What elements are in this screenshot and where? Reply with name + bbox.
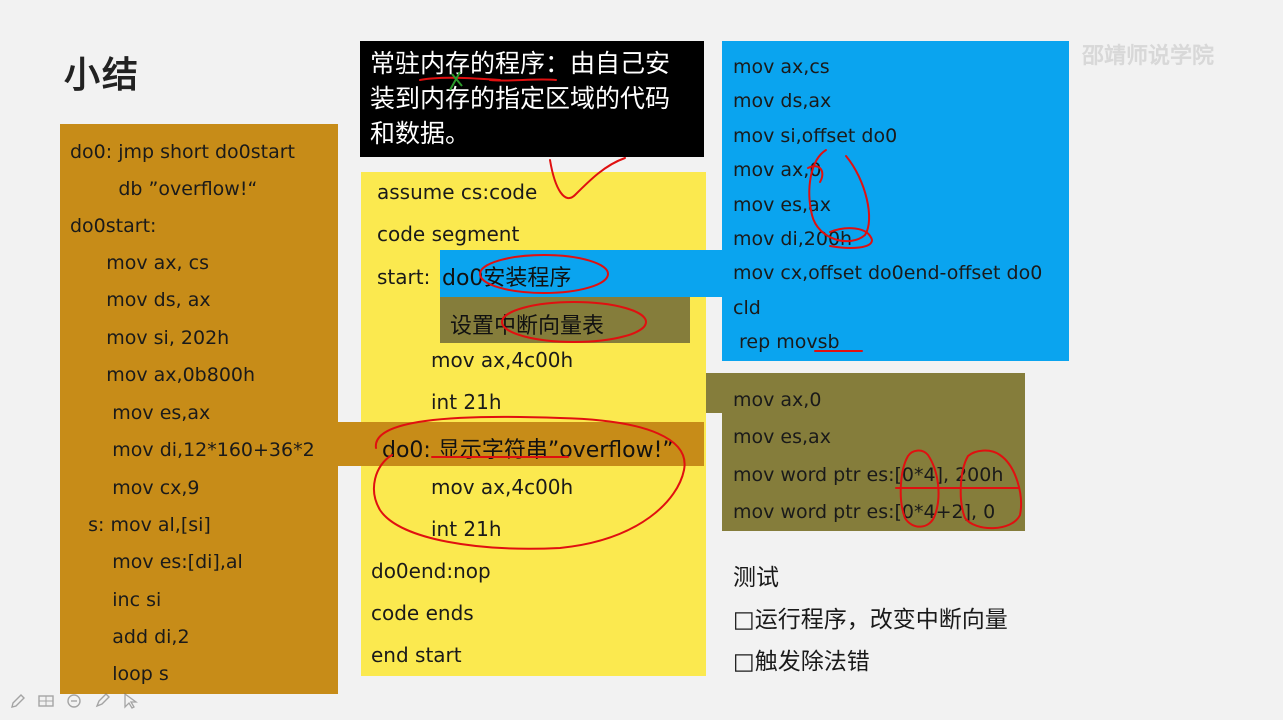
code-line: mov word ptr es:[0*4], 200h [733, 464, 1004, 486]
code-line: inc si [70, 589, 162, 611]
pen-icon[interactable] [8, 691, 28, 711]
code-line: int 21h [431, 390, 502, 414]
watermark-logo: 邵靖师说学院 [1082, 44, 1215, 69]
code-line: code segment [377, 222, 520, 246]
code-line: mov es,ax [733, 426, 831, 448]
code-line: cld [733, 297, 761, 319]
pencil-icon[interactable] [92, 691, 112, 711]
code-line: mov ax,cs [733, 56, 830, 78]
code-line: mov ds,ax [733, 90, 832, 112]
test-heading: 测试 [733, 565, 779, 591]
install-code-box: mov ax,cs mov ds,ax mov si,offset do0 mo… [722, 41, 1069, 361]
presenter-toolbar [8, 688, 140, 714]
definition-line: 装到内存的指定区域的代码 [370, 84, 671, 113]
code-line: mov es,ax [733, 194, 831, 216]
pointer-icon[interactable] [120, 691, 140, 711]
eraser-icon[interactable] [64, 691, 84, 711]
test-item: □触发除法错 [733, 649, 870, 675]
code-line: assume cs:code [377, 180, 538, 204]
code-line: do0: jmp short do0start [70, 141, 295, 163]
code-line: end start [371, 643, 462, 667]
slide-grid-icon[interactable] [36, 691, 56, 711]
code-line: mov ax,0 [733, 389, 822, 411]
code-line: mov es:[di],al [70, 551, 243, 573]
code-line: mov si, 202h [70, 327, 230, 349]
code-line: mov ax,0b800h [70, 364, 256, 386]
code-line: s: mov al,[si] [70, 514, 211, 536]
code-line: mov di,200h [733, 228, 853, 250]
code-line: int 21h [431, 517, 502, 541]
test-notes: 测试 □运行程序，改变中断向量 □触发除法错 [733, 558, 1063, 678]
code-line: rep movsb [733, 331, 840, 353]
definition-box: 常驻内存的程序：由自己安 装到内存的指定区域的代码 和数据。 [360, 41, 704, 157]
code-line: mov si,offset do0 [733, 125, 898, 147]
code-line: mov word ptr es:[0*4+2], 0 [733, 501, 996, 523]
definition-line: 和数据。 [370, 119, 471, 148]
code-line: mov ds, ax [70, 289, 211, 311]
vector-label: 设置中断向量表 [450, 314, 605, 339]
vector-code-box: mov ax,0 mov es,ax mov word ptr es:[0*4]… [722, 373, 1025, 531]
code-line: mov ax,4c00h [431, 348, 574, 372]
code-line: mov es,ax [70, 402, 211, 424]
code-line: mov ax, cs [70, 252, 209, 274]
code-line: do0start: [70, 215, 157, 237]
code-line: mov cx,9 [70, 477, 200, 499]
display-label: do0: 显示字符串”overflow!” [382, 438, 674, 463]
code-line: db ”overflow!“ [70, 178, 258, 200]
code-line: add di,2 [70, 626, 190, 648]
code-line: do0end:nop [371, 559, 491, 583]
code-line: mov cx,offset do0end-offset do0 [733, 262, 1043, 284]
code-line: start: [377, 265, 431, 289]
do0-code-box: do0: jmp short do0start db ”overflow!“ d… [60, 124, 338, 694]
slide-title: 小结 [64, 55, 141, 96]
test-item: □运行程序，改变中断向量 [733, 607, 1008, 633]
install-label: do0安装程序 [442, 266, 572, 291]
code-line: code ends [371, 601, 474, 625]
code-line: loop s [70, 663, 169, 685]
definition-line: 常驻内存的程序：由自己安 [370, 49, 671, 78]
code-line: mov di,12*160+36*2 [70, 439, 315, 461]
code-line: mov ax,4c00h [431, 475, 574, 499]
code-line: mov ax,0 [733, 159, 822, 181]
